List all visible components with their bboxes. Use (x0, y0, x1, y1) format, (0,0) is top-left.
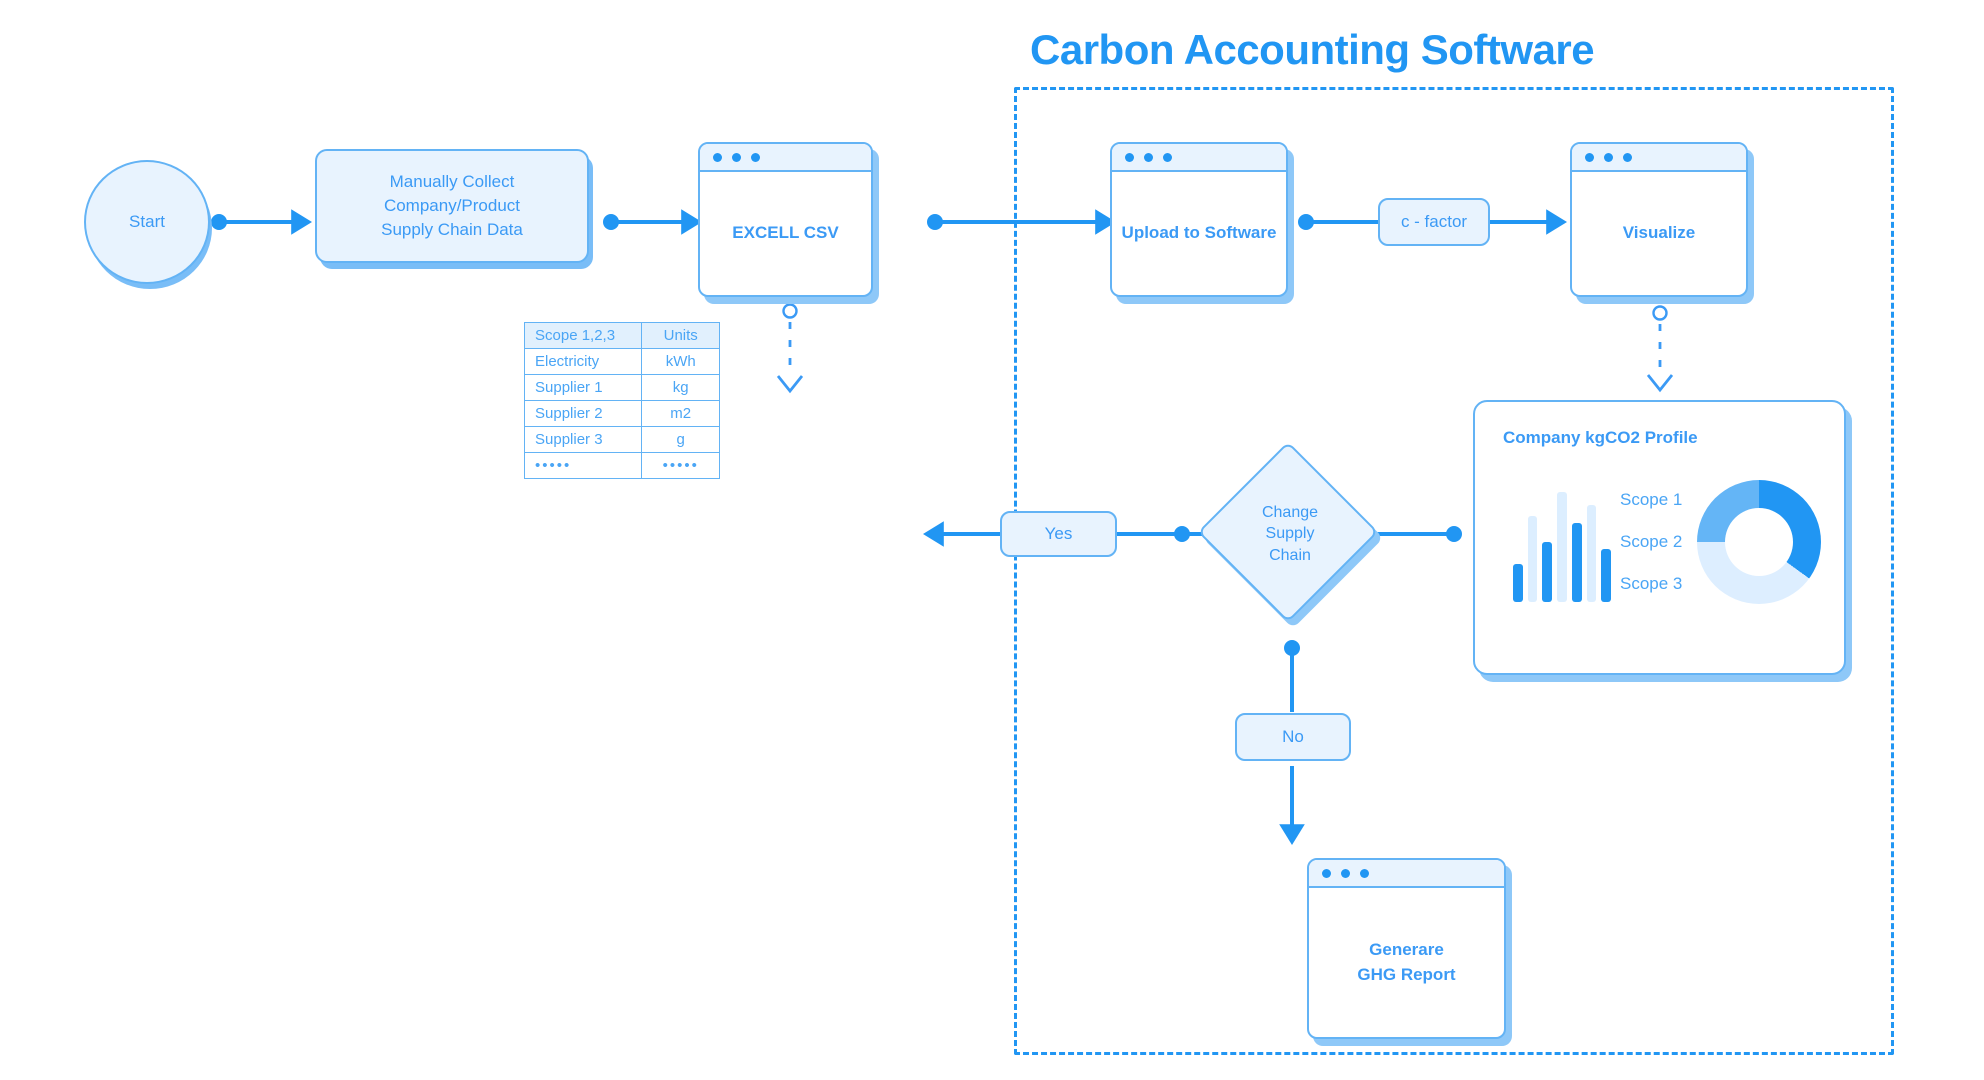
decision-text: Change Supply Chain (1224, 468, 1356, 600)
excel-csv-titlebar (700, 144, 871, 172)
table-row: ••••• ••••• (523, 452, 720, 479)
window-dot-icon (1623, 152, 1632, 162)
table-header-row: Scope 1,2,3 Units (523, 322, 720, 349)
flowchart-canvas: Carbon Accounting Software Start Manuall… (0, 0, 1984, 1080)
table-row: Supplier 2 m2 (523, 400, 720, 427)
node-manually-collect[interactable]: Manually Collect Company/Product Supply … (315, 149, 593, 269)
profile-card-title: Company kgCO2 Profile (1503, 428, 1698, 447)
table-cell-source: Electricity (523, 348, 643, 375)
bar-2 (1527, 516, 1538, 602)
profile-card: Company kgCO2 Profile Scope 1 Scope 2 Sc… (1473, 400, 1846, 675)
table-header-units: Units (641, 322, 720, 349)
report-label: Generare GHG Report (1309, 888, 1504, 1037)
table-cell-source-ellipsis: ••••• (523, 452, 643, 479)
table-row: Supplier 3 g (523, 426, 720, 453)
decision-line1: Change (1261, 504, 1319, 522)
table-cell-source: Supplier 2 (523, 400, 643, 427)
table-cell-unit: g (641, 426, 720, 453)
manually-collect-shape: Manually Collect Company/Product Supply … (315, 149, 589, 263)
table-cell-unit-ellipsis: ••••• (641, 452, 720, 479)
window-dot-icon (1360, 868, 1369, 878)
bar-6 (1586, 505, 1597, 602)
bar-3 (1542, 541, 1553, 602)
node-c-factor[interactable]: c - factor (1378, 198, 1490, 246)
window-dot-icon (713, 152, 722, 162)
report-line2: GHG Report (1357, 964, 1456, 984)
scope-units-table: Scope 1,2,3 Units Electricity kWh Suppli… (523, 322, 720, 479)
visualize-window: Visualize (1570, 142, 1748, 297)
edge-label-yes[interactable]: Yes (1000, 511, 1117, 557)
donut-chart (1697, 480, 1821, 604)
legend-item-scope-1: Scope 1 (1620, 490, 1683, 509)
table-cell-unit: kWh (641, 348, 720, 375)
table-row: Electricity kWh (523, 348, 720, 375)
window-dot-icon (1163, 152, 1172, 162)
node-company-kgco2-profile[interactable]: Company kgCO2 Profile Scope 1 Scope 2 Sc… (1473, 400, 1852, 682)
window-dot-icon (1322, 868, 1331, 878)
decision-line3: Chain (1269, 546, 1311, 564)
upload-titlebar (1112, 144, 1286, 172)
window-dot-icon (1585, 152, 1594, 162)
manually-collect-line3: Supply Chain Data (381, 220, 523, 240)
bar-1 (1513, 563, 1523, 602)
bar-4 (1557, 492, 1567, 602)
bar-chart (1513, 492, 1612, 602)
manually-collect-line1: Manually Collect (389, 171, 515, 191)
edge-label-no[interactable]: No (1235, 713, 1351, 761)
report-window: Generare GHG Report (1307, 858, 1506, 1039)
report-titlebar (1309, 860, 1504, 888)
no-label: No (1282, 727, 1304, 746)
window-dot-icon (751, 152, 760, 162)
node-excel-csv[interactable]: EXCELL CSV (698, 142, 879, 304)
chart-legend: Scope 1 Scope 2 Scope 3 (1620, 490, 1682, 594)
table-cell-unit: m2 (641, 400, 720, 427)
page-title: Carbon Accounting Software (1030, 26, 1595, 73)
manually-collect-line2: Company/Product (383, 195, 521, 215)
table-cell-source: Supplier 1 (523, 374, 643, 401)
report-line1: Generare (1369, 939, 1444, 959)
node-start[interactable]: Start (84, 160, 212, 289)
window-dot-icon (1144, 152, 1153, 162)
node-visualize[interactable]: Visualize (1570, 142, 1754, 304)
table-row: Supplier 1 kg (523, 374, 720, 401)
excel-csv-label: EXCELL CSV (732, 223, 839, 243)
upload-label: Upload to Software (1121, 223, 1277, 243)
node-change-supply-chain[interactable]: Change Supply Chain (1197, 441, 1384, 629)
legend-item-scope-2: Scope 2 (1620, 532, 1683, 551)
excel-csv-window: EXCELL CSV (698, 142, 873, 297)
start-shape: Start (84, 160, 210, 284)
start-label: Start (129, 212, 165, 231)
visualize-label: Visualize (1622, 223, 1696, 243)
node-generate-ghg-report[interactable]: Generare GHG Report (1307, 858, 1512, 1046)
bar-5 (1571, 522, 1582, 602)
yes-label: Yes (1044, 524, 1073, 543)
window-dot-icon (1341, 868, 1350, 878)
window-dot-icon (1125, 152, 1134, 162)
donut-hole (1725, 508, 1793, 576)
node-upload-to-software[interactable]: Upload to Software (1110, 142, 1294, 304)
table-cell-unit: kg (641, 374, 720, 401)
visualize-titlebar (1572, 144, 1746, 172)
table-cell-source: Supplier 3 (523, 426, 643, 453)
window-dot-icon (732, 152, 741, 162)
window-dot-icon (1604, 152, 1613, 162)
table-header-scope: Scope 1,2,3 (523, 322, 643, 349)
c-factor-label: c - factor (1400, 212, 1468, 231)
legend-item-scope-3: Scope 3 (1620, 574, 1683, 593)
upload-window: Upload to Software (1110, 142, 1288, 297)
decision-line2: Supply (1265, 525, 1315, 543)
bar-7 (1601, 549, 1612, 602)
